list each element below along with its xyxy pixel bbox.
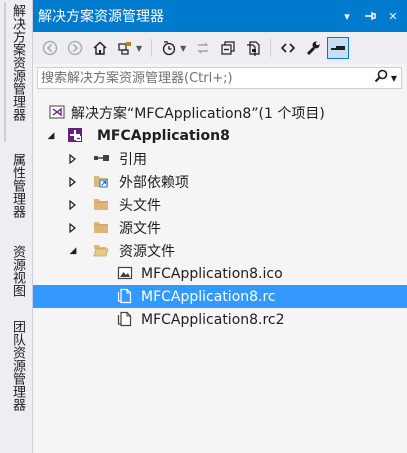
panel-titlebar[interactable]: 解决方案资源管理器 ▾ ✕	[33, 0, 407, 32]
solution-explorer-panel: 解决方案资源管理器 ▾ ✕ ▼ ▼ 搜索解决方案资源管理器(Ctrl+;) ▼ …	[32, 0, 407, 453]
tree-item-label: 头文件	[119, 197, 161, 214]
search-box[interactable]: ▼	[37, 67, 402, 89]
tree-item-file-ico[interactable]: MFCApplication8.ico	[33, 262, 407, 285]
tree-item-label: MFCApplication8.rc2	[141, 311, 285, 328]
tree-item-label: 资源文件	[119, 243, 175, 260]
search-options[interactable]: ▼	[374, 69, 397, 87]
collapse-arrow-icon[interactable]: ◢	[67, 245, 79, 257]
resource-script-file-icon	[117, 288, 133, 304]
external-deps-folder-icon	[93, 173, 109, 189]
title-controls: ▾ ✕	[339, 0, 401, 32]
tree-item-label: MFCApplication8.rc	[141, 288, 276, 305]
tree-item-project[interactable]: ◢ MFCApplication8	[33, 124, 407, 147]
toolbar-separator	[151, 39, 153, 57]
tab-property-manager[interactable]: 属性管理器	[8, 153, 26, 218]
pin-icon[interactable]	[362, 8, 378, 24]
tree-item-resource-files[interactable]: ◢ 资源文件	[33, 239, 407, 262]
tree-item-label: 解决方案“MFCApplication8”(1 个项目)	[71, 105, 325, 122]
search-dropdown-icon[interactable]: ▼	[391, 74, 397, 83]
search-input[interactable]	[41, 70, 361, 86]
forward-icon[interactable]	[64, 37, 86, 59]
collapse-all-icon[interactable]	[217, 37, 239, 59]
tab-resource-view[interactable]: 资源视图	[8, 245, 26, 297]
resource-script-file-icon	[117, 311, 133, 327]
window-position-dropdown-icon[interactable]: ▾	[339, 8, 355, 24]
switch-views-icon[interactable]	[114, 37, 136, 59]
tree-item-label: 引用	[119, 151, 147, 168]
tree-item-external-deps[interactable]: 外部依赖项	[33, 170, 407, 193]
tree-item-header-files[interactable]: 头文件	[33, 193, 407, 216]
tree-item-label: MFCApplication8.ico	[141, 265, 283, 282]
tree-item-file-rc[interactable]: MFCApplication8.rc	[33, 285, 407, 308]
folder-icon	[93, 219, 109, 235]
toolbar: ▼ ▼	[33, 32, 407, 64]
tab-solution-explorer[interactable]: 解决方案资源管理器	[8, 4, 26, 121]
panel-title: 解决方案资源管理器	[38, 9, 164, 25]
filter-dropdown-icon[interactable]: ▼	[180, 44, 186, 53]
tree-item-references[interactable]: 引用	[33, 147, 407, 170]
show-all-files-icon[interactable]	[242, 37, 264, 59]
folder-icon	[93, 196, 109, 212]
tree-item-label: 外部依赖项	[119, 174, 189, 191]
solution-icon	[49, 104, 65, 120]
close-icon[interactable]: ✕	[385, 8, 401, 24]
tree-item-solution[interactable]: 解决方案“MFCApplication8”(1 个项目)	[33, 101, 407, 124]
references-icon	[93, 150, 109, 166]
tree-item-label: 源文件	[119, 220, 161, 237]
tree-item-source-files[interactable]: 源文件	[33, 216, 407, 239]
tree-item-label: MFCApplication8	[97, 127, 230, 144]
switch-views-dropdown-icon[interactable]: ▼	[136, 44, 142, 53]
back-icon[interactable]	[39, 37, 61, 59]
expand-arrow-icon[interactable]	[67, 199, 79, 211]
expand-arrow-icon[interactable]	[67, 222, 79, 234]
properties-wrench-icon[interactable]	[302, 37, 324, 59]
toolbar-separator	[270, 39, 272, 57]
home-icon[interactable]	[89, 37, 111, 59]
open-folder-icon	[93, 242, 109, 258]
expand-arrow-icon[interactable]	[67, 176, 79, 188]
view-code-icon[interactable]	[277, 37, 299, 59]
preview-selected-items-icon[interactable]	[327, 37, 350, 59]
search-icon[interactable]	[374, 69, 388, 87]
collapse-arrow-icon[interactable]: ◢	[45, 130, 57, 142]
expand-arrow-icon[interactable]	[67, 153, 79, 165]
sync-with-active-document-icon[interactable]	[192, 37, 214, 59]
image-file-icon	[117, 265, 133, 281]
tab-indicator	[4, 2, 6, 142]
tab-team-explorer[interactable]: 团队资源管理器	[8, 320, 26, 411]
left-tool-strip: 解决方案资源管理器 属性管理器 资源视图 团队资源管理器	[0, 0, 32, 453]
cpp-project-icon	[67, 127, 83, 143]
tree-item-file-rc2[interactable]: MFCApplication8.rc2	[33, 308, 407, 331]
pending-changes-filter-icon[interactable]	[158, 37, 180, 59]
